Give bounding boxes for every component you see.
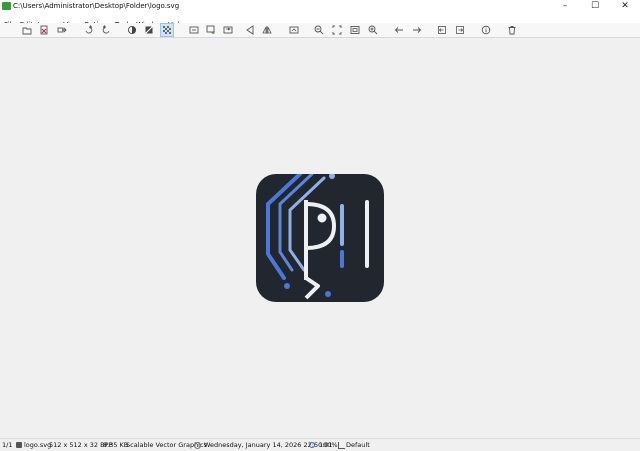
- status-filename: logo.svg: [24, 441, 52, 449]
- crop-button[interactable]: [143, 24, 155, 36]
- status-bar: 1/1 logo.svg 512 x 512 x 32 BPP 8.35 KB …: [0, 438, 640, 451]
- compare-icon: [289, 26, 299, 34]
- window-title: C:\Users\Administrator\Desktop\Folder\lo…: [13, 2, 180, 10]
- rotate-right-icon: [85, 25, 93, 34]
- maximize-button[interactable]: ☐: [580, 0, 610, 12]
- image-file-icon: [16, 442, 22, 448]
- previous-frame-button[interactable]: [244, 24, 256, 36]
- last-button[interactable]: [454, 24, 466, 36]
- back-icon: [394, 27, 403, 33]
- transparency-grid-button[interactable]: [160, 23, 174, 37]
- frame-button[interactable]: [188, 24, 200, 36]
- mirror-icon: [262, 26, 272, 34]
- menu-bar: FileEditImageViewOptionsToolsWindowHelp: [0, 12, 640, 29]
- forward-button[interactable]: [411, 24, 423, 36]
- actual-size-icon: [350, 26, 360, 34]
- trash-icon: [508, 26, 516, 35]
- toolbar: [0, 23, 640, 38]
- forward-icon: [413, 27, 422, 33]
- status-color-profile: Default: [346, 441, 370, 449]
- zoom-icon: [309, 442, 315, 448]
- delete-file-button[interactable]: [38, 24, 50, 36]
- zoom-out-icon: [314, 25, 324, 35]
- fit-icon: [332, 25, 342, 35]
- transparency-grid-icon: [163, 26, 171, 34]
- rotate-right-button[interactable]: [83, 24, 95, 36]
- frame-icon: [189, 26, 199, 34]
- export-icon: [57, 27, 67, 33]
- crop-icon: [145, 26, 153, 34]
- last-icon: [456, 26, 464, 34]
- actual-size-button[interactable]: [349, 24, 361, 36]
- close-button[interactable]: ✕: [610, 0, 640, 12]
- open-button[interactable]: [21, 24, 33, 36]
- open-icon: [22, 27, 32, 35]
- delete-red-icon: [40, 25, 48, 35]
- title-bar: C:\Users\Administrator\Desktop\Folder\lo…: [0, 0, 640, 12]
- info-icon: [481, 25, 491, 35]
- color-adjust-button[interactable]: [126, 24, 138, 36]
- fit-button[interactable]: [331, 24, 343, 36]
- status-zoom: 100%: [319, 441, 338, 449]
- mirror-button[interactable]: [261, 24, 273, 36]
- first-icon: [438, 26, 446, 34]
- flip-button[interactable]: [222, 24, 234, 36]
- previous-frame-icon: [246, 25, 254, 35]
- resize-icon: [206, 25, 215, 34]
- flip-icon: [223, 26, 233, 34]
- app-icon: [2, 2, 11, 10]
- info-button[interactable]: [480, 24, 492, 36]
- back-button[interactable]: [393, 24, 405, 36]
- logo-image: [256, 172, 384, 302]
- trash-button[interactable]: [506, 24, 518, 36]
- zoom-out-button[interactable]: [313, 24, 325, 36]
- export-button[interactable]: [56, 24, 68, 36]
- zoom-in-icon: [368, 25, 378, 35]
- color-adjust-icon: [127, 25, 137, 35]
- rotate-left-button[interactable]: [100, 24, 112, 36]
- status-index: 1/1: [2, 441, 13, 449]
- compare-button[interactable]: [288, 24, 300, 36]
- first-button[interactable]: [436, 24, 448, 36]
- minimize-button[interactable]: –: [550, 0, 580, 12]
- zoom-in-button[interactable]: [367, 24, 379, 36]
- rotate-left-icon: [102, 25, 110, 34]
- clock-icon: [194, 442, 201, 449]
- cursor-icon: [338, 442, 345, 449]
- status-file-size: 8.35 KB: [103, 441, 129, 449]
- resize-button[interactable]: [205, 24, 217, 36]
